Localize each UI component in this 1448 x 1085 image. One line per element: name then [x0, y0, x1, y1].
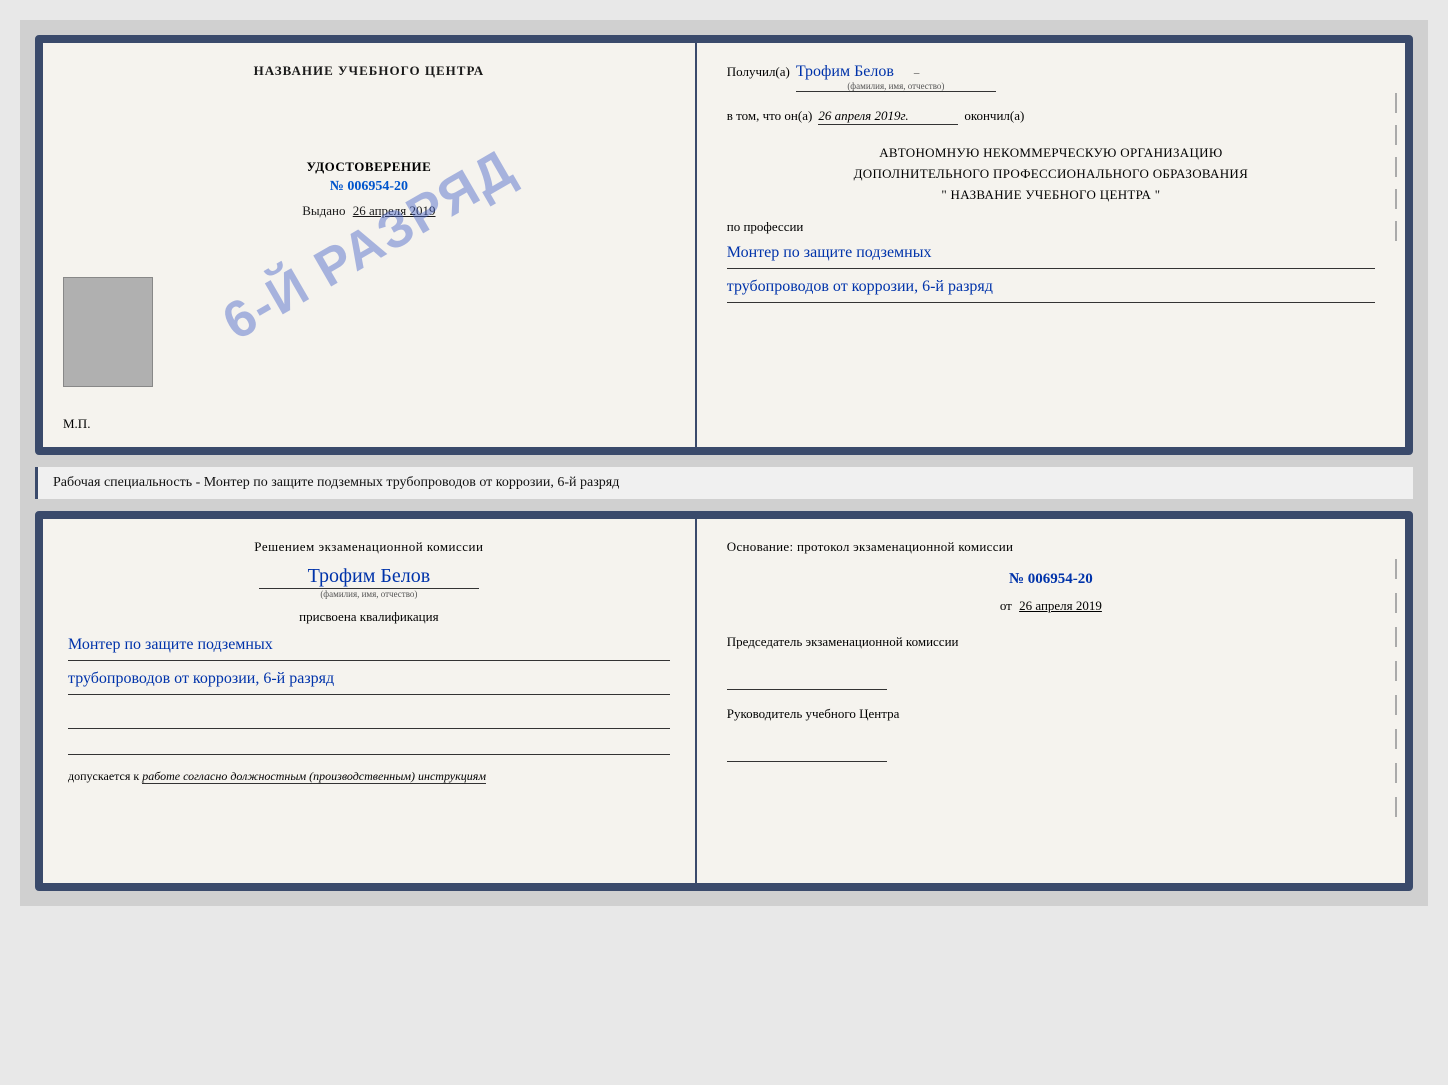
specialty-banner: Рабочая специальность - Монтер по защите…	[35, 467, 1413, 499]
bottom-line-2	[68, 733, 670, 755]
ot-date-value: 26 апреля 2019	[1019, 598, 1102, 613]
kvalifikaciya-line2: трубопроводов от коррозии, 6-й разряд	[68, 665, 670, 695]
resheniem-title: Решением экзаменационной комиссии	[68, 539, 670, 555]
profession-line1: Монтер по защите подземных	[727, 239, 1375, 269]
fio-section-bottom: Трофим Белов (фамилия, имя, отчество)	[68, 565, 670, 599]
vtom-date: 26 апреля 2019г.	[818, 108, 958, 125]
profession-line2: трубопроводов от коррозии, 6-й разряд	[727, 273, 1375, 303]
po-professii: по профессии	[727, 219, 1375, 235]
predsedatel-block: Председатель экзаменационной комиссии	[727, 634, 1375, 690]
mp-label: М.П.	[63, 416, 90, 432]
cert-left: НАЗВАНИЕ УЧЕБНОГО ЦЕНТРА 6-й разряд УДОС…	[43, 43, 697, 447]
side-line-5	[1395, 221, 1397, 241]
bottom-lines	[68, 707, 670, 755]
dopuskaetsya-value: работе согласно должностным (производств…	[142, 769, 486, 784]
certificate-bottom: Решением экзаменационной комиссии Трофим…	[35, 511, 1413, 891]
certificate-top: НАЗВАНИЕ УЧЕБНОГО ЦЕНТРА 6-й разряд УДОС…	[35, 35, 1413, 455]
bottom-line-1	[68, 707, 670, 729]
ot-date: от 26 апреля 2019	[727, 598, 1375, 614]
vtom-line: в том, что он(а) 26 апреля 2019г. окончи…	[727, 108, 1375, 125]
org-line1: АВТОНОМНУЮ НЕКОММЕРЧЕСКУЮ ОРГАНИЗАЦИЮ	[727, 143, 1375, 164]
side-line-b7	[1395, 763, 1397, 783]
side-line-b2	[1395, 593, 1397, 613]
predsedatel-title: Председатель экзаменационной комиссии	[727, 634, 1375, 650]
cert-title-left: НАЗВАНИЕ УЧЕБНОГО ЦЕНТРА	[254, 63, 485, 79]
ot-label: от	[1000, 598, 1012, 613]
org-name-line: " НАЗВАНИЕ УЧЕБНОГО ЦЕНТРА "	[727, 185, 1375, 206]
poluchil-line: Получил(а) Трофим Белов – (фамилия, имя,…	[727, 63, 1375, 92]
dopuskaetsya-block: допускается к работе согласно должностны…	[68, 769, 670, 784]
rukovoditel-block: Руководитель учебного Центра	[727, 706, 1375, 762]
udostoverenie-section: УДОСТОВЕРЕНИЕ № 006954-20	[306, 159, 431, 195]
side-line-b8	[1395, 797, 1397, 817]
fio-hint-bottom: (фамилия, имя, отчество)	[68, 589, 670, 599]
kvalifikaciya-line1: Монтер по защите подземных	[68, 631, 670, 661]
vydano-label: Выдано	[302, 203, 345, 218]
vydano-date: 26 апреля 2019	[353, 203, 436, 218]
dopuskaetsya-label: допускается к	[68, 769, 139, 783]
org-name: НАЗВАНИЕ УЧЕБНОГО ЦЕНТРА	[951, 187, 1152, 202]
osnovanie-text: Основание: протокол экзаменационной коми…	[727, 539, 1375, 555]
predsedatel-signature-line	[727, 670, 887, 690]
photo-box	[63, 277, 153, 387]
side-line-b6	[1395, 729, 1397, 749]
protocol-number: № 006954-20	[727, 571, 1375, 588]
side-line-b5	[1395, 695, 1397, 715]
side-line-b3	[1395, 627, 1397, 647]
fio-hint-top: (фамилия, имя, отчество)	[796, 81, 996, 91]
rukovoditel-signature-line	[727, 742, 887, 762]
right-side-lines-bottom	[1395, 559, 1397, 817]
side-line-1	[1395, 93, 1397, 113]
vydano-line: Выдано 26 апреля 2019	[302, 203, 435, 219]
poluchil-name: Трофим Белов – (фамилия, имя, отчество)	[796, 63, 996, 92]
page-wrapper: НАЗВАНИЕ УЧЕБНОГО ЦЕНТРА 6-й разряд УДОС…	[20, 20, 1428, 906]
vtom-prefix: в том, что он(а)	[727, 108, 813, 124]
side-line-b1	[1395, 559, 1397, 579]
okonchil-label: окончил(а)	[964, 108, 1024, 124]
right-side-lines-top	[1395, 93, 1397, 241]
fio-handwritten-bottom: Трофим Белов	[259, 565, 479, 589]
side-line-3	[1395, 157, 1397, 177]
poluchil-label: Получил(а)	[727, 64, 790, 80]
side-line-4	[1395, 189, 1397, 209]
prisvoena-label: присвоена квалификация	[68, 609, 670, 625]
cert-right: Получил(а) Трофим Белов – (фамилия, имя,…	[697, 43, 1405, 447]
bottom-right: Основание: протокол экзаменационной коми…	[697, 519, 1405, 883]
org-line2: ДОПОЛНИТЕЛЬНОГО ПРОФЕССИОНАЛЬНОГО ОБРАЗО…	[727, 164, 1375, 185]
bottom-left: Решением экзаменационной комиссии Трофим…	[43, 519, 697, 883]
org-block: АВТОНОМНУЮ НЕКОММЕРЧЕСКУЮ ОРГАНИЗАЦИЮ ДО…	[727, 143, 1375, 205]
side-line-b4	[1395, 661, 1397, 681]
cert-number-top: № 006954-20	[306, 179, 431, 195]
rukovoditel-title: Руководитель учебного Центра	[727, 706, 1375, 722]
udostoverenie-title: УДОСТОВЕРЕНИЕ	[306, 159, 431, 175]
side-line-2	[1395, 125, 1397, 145]
